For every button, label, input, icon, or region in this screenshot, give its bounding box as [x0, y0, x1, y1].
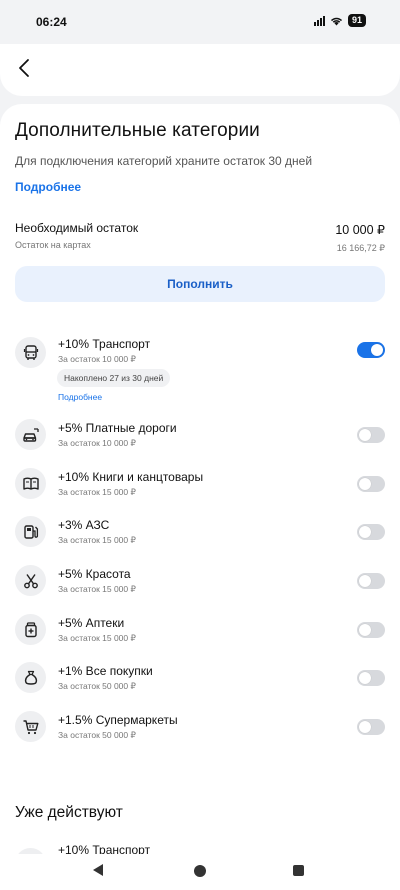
category-item-toll-roads: +5% Платные дороги За остаток 10 000 ₽	[0, 419, 400, 459]
category-title: +10% Транспорт	[58, 337, 151, 351]
card-balance-label: Остаток на картах	[15, 240, 91, 250]
category-title: +1% Все покупки	[58, 664, 153, 678]
category-title: +1.5% Супермаркеты	[58, 713, 178, 727]
toggle-knob	[359, 721, 371, 733]
category-item-pharmacies: +5% Аптеки За остаток 15 000 ₽	[0, 614, 400, 654]
progress-chip: Накоплено 27 из 30 дней	[57, 369, 171, 387]
category-subtitle: За остаток 50 000 ₽	[58, 730, 136, 740]
card-balance-value: 16 166,72 ₽	[336, 243, 385, 253]
top-bar	[0, 44, 400, 96]
category-title: +5% Аптеки	[58, 616, 125, 630]
status-time: 06:24	[36, 15, 67, 29]
active-section-title: Уже действуют	[15, 804, 123, 821]
toggle-knob	[359, 672, 371, 684]
status-bar: 06:24 91	[0, 0, 400, 44]
category-toggle[interactable]	[357, 342, 385, 358]
nav-home-button[interactable]	[194, 865, 206, 877]
nav-recent-button[interactable]	[293, 865, 304, 876]
chevron-left-icon	[19, 59, 29, 77]
category-toggle[interactable]	[357, 427, 385, 443]
toggle-knob	[359, 429, 371, 441]
category-title: +5% Платные дороги	[58, 421, 177, 435]
category-title: +5% Красота	[58, 567, 131, 581]
category-more-link[interactable]: Подробнее	[58, 392, 102, 402]
category-subtitle: За остаток 15 000 ₽	[58, 535, 136, 545]
category-toggle[interactable]	[357, 622, 385, 638]
category-subtitle: За остаток 15 000 ₽	[58, 633, 136, 643]
main-card: Дополнительные категории Для подключения…	[0, 104, 400, 890]
medicine-icon	[15, 614, 46, 645]
cart-icon	[15, 711, 46, 742]
category-toggle[interactable]	[357, 719, 385, 735]
page-title: Дополнительные категории	[15, 120, 260, 141]
back-button[interactable]	[10, 54, 38, 82]
category-title: +3% АЗС	[58, 518, 110, 532]
category-toggle[interactable]	[357, 524, 385, 540]
signal-icon	[313, 15, 325, 26]
more-info-link[interactable]: Подробнее	[15, 180, 81, 194]
toggle-knob	[359, 575, 371, 587]
required-balance-value: 10 000 ₽	[335, 223, 385, 237]
category-title: +10% Книги и канцтовары	[58, 470, 204, 484]
category-item-gas-stations: +3% АЗС За остаток 15 000 ₽	[0, 516, 400, 556]
book-icon	[15, 468, 46, 499]
category-item-books: +10% Книги и канцтовары За остаток 15 00…	[0, 468, 400, 508]
category-item-beauty: +5% Красота За остаток 15 000 ₽	[0, 565, 400, 605]
fuel-icon	[15, 516, 46, 547]
system-nav-bar	[0, 854, 400, 890]
toggle-knob	[359, 624, 371, 636]
page-subtitle: Для подключения категорий храните остато…	[15, 154, 313, 168]
category-item-all-purchases: +1% Все покупки За остаток 50 000 ₽	[0, 662, 400, 702]
category-item-transport: +10% Транспорт За остаток 10 000 ₽ Накоп…	[0, 334, 400, 414]
required-balance-label: Необходимый остаток	[15, 221, 139, 235]
car-toll-icon	[15, 419, 46, 450]
wifi-icon	[330, 17, 343, 25]
toggle-knob	[359, 526, 371, 538]
category-toggle[interactable]	[357, 476, 385, 492]
scissors-icon	[15, 565, 46, 596]
status-icons: 91	[313, 14, 366, 27]
category-toggle[interactable]	[357, 573, 385, 589]
topup-button-label: Пополнить	[167, 277, 233, 291]
category-item-supermarkets: +1.5% Супермаркеты За остаток 50 000 ₽	[0, 711, 400, 751]
battery-icon: 91	[347, 14, 366, 27]
toggle-knob	[359, 478, 371, 490]
category-toggle[interactable]	[357, 670, 385, 686]
toggle-knob	[371, 344, 383, 356]
bus-icon	[15, 337, 46, 368]
category-subtitle: За остаток 15 000 ₽	[58, 584, 136, 594]
bag-icon	[15, 662, 46, 693]
nav-back-button[interactable]	[93, 864, 103, 876]
category-subtitle: За остаток 15 000 ₽	[58, 487, 136, 497]
topup-button[interactable]: Пополнить	[15, 266, 385, 302]
category-subtitle: За остаток 10 000 ₽	[58, 438, 136, 448]
category-subtitle: За остаток 50 000 ₽	[58, 681, 136, 691]
category-subtitle: За остаток 10 000 ₽	[58, 354, 136, 364]
